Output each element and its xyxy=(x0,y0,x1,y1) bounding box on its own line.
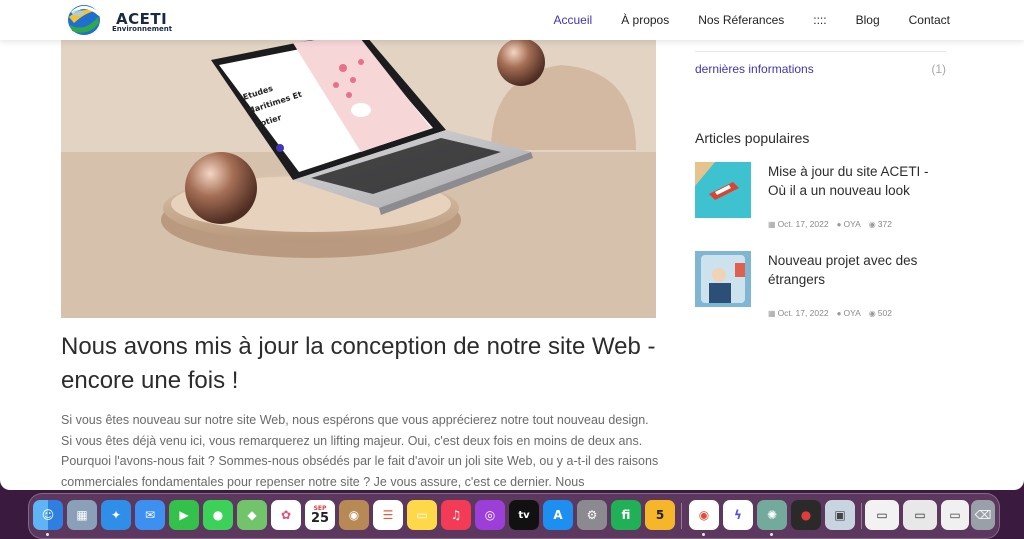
nav-contact[interactable]: Contact xyxy=(909,13,950,27)
globe-logo-icon xyxy=(68,5,101,35)
author-meta: ● OYA xyxy=(837,219,861,229)
article-date: Oct. 17, 2022 xyxy=(777,219,829,229)
article-body: Si vous êtes nouveau sur notre site Web,… xyxy=(61,413,659,489)
running-indicator xyxy=(46,533,49,536)
article-author: OYA xyxy=(843,219,861,229)
category-link[interactable]: dernières informations xyxy=(695,62,814,76)
popular-article[interactable]: Nouveau projet avec des étrangers ▦ Oct. … xyxy=(695,251,950,331)
appletv-icon[interactable]: tv xyxy=(509,500,539,530)
boat-image xyxy=(695,162,751,218)
window-thumbnail-icon[interactable]: ▭ xyxy=(903,500,937,530)
browser-page: ACETI Environnement Accueil À propos Nos… xyxy=(0,0,1024,490)
appletv-label: tv xyxy=(518,509,530,521)
photos-icon[interactable]: ✿ xyxy=(271,500,301,530)
user-icon: ● xyxy=(836,220,842,229)
article-hero-image: Etudes Maritimes Et Cotier xyxy=(61,40,656,318)
article-views: 372 xyxy=(877,219,892,229)
nav-accueil[interactable]: Accueil xyxy=(554,13,593,27)
dock-separator xyxy=(681,503,682,529)
popular-article-title[interactable]: Nouveau projet avec des étrangers xyxy=(768,251,946,289)
user-icon: ● xyxy=(836,309,842,318)
views-meta: ◉ 372 xyxy=(869,219,892,229)
eye-icon: ◉ xyxy=(868,309,876,318)
popular-article-meta: ▦ Oct. 17, 2022 ● OYA ◉ 372 xyxy=(768,219,892,229)
reminders-icon[interactable]: ☰ xyxy=(373,500,403,530)
chatgpt-icon[interactable]: ✺ xyxy=(757,500,787,530)
site-logo[interactable]: ACETI Environnement xyxy=(66,3,176,37)
views-meta: ◉ 502 xyxy=(869,308,892,318)
macos-dock: ☺ ▦ ✦ ✉ ▶ ● ◆ ✿ SEP 25 ◉ ☰ ▭ ♫ ◎ tv A ⚙ … xyxy=(28,493,1000,539)
calendar-day: 25 xyxy=(310,510,330,526)
date-meta: ▦ Oct. 17, 2022 xyxy=(768,219,829,229)
podcasts-icon[interactable]: ◎ xyxy=(475,500,505,530)
nav-blog[interactable]: Blog xyxy=(856,13,880,27)
preview-icon[interactable]: ▣ xyxy=(825,500,855,530)
music-icon[interactable]: ♫ xyxy=(441,500,471,530)
article-author: OYA xyxy=(843,308,861,318)
calendar-icon[interactable]: SEP 25 xyxy=(305,500,335,530)
article-date: Oct. 17, 2022 xyxy=(777,308,829,318)
appstore-icon[interactable]: A xyxy=(543,500,573,530)
article-views: 502 xyxy=(877,308,892,318)
logo-sub-text: Environnement xyxy=(112,25,173,33)
eye-icon: ◉ xyxy=(868,220,876,229)
window-thumbnail-icon[interactable]: ▭ xyxy=(865,500,899,530)
nav-more[interactable]: :::: xyxy=(813,13,826,27)
recorder-icon[interactable]: ● xyxy=(791,500,821,530)
facetime-icon[interactable]: ▶ xyxy=(169,500,199,530)
messages-icon[interactable]: ● xyxy=(203,500,233,530)
chrome-icon[interactable]: ◉ xyxy=(689,500,719,530)
date-meta: ▦ Oct. 17, 2022 xyxy=(768,308,829,318)
fiverr-icon[interactable]: fi xyxy=(611,500,641,530)
messenger-icon[interactable]: ϟ xyxy=(723,500,753,530)
mail-icon[interactable]: ✉ xyxy=(135,500,165,530)
popular-article-title[interactable]: Mise à jour du site ACETI - Où il a un n… xyxy=(768,162,946,200)
dock-separator xyxy=(861,503,862,529)
running-indicator xyxy=(770,533,773,536)
maps-icon[interactable]: ◆ xyxy=(237,500,267,530)
category-count: (1) xyxy=(931,62,946,76)
popular-article-thumbnail[interactable] xyxy=(695,162,751,218)
nav-nos-references[interactable]: Nos Réferances xyxy=(698,13,784,27)
trash-icon[interactable]: ⌫ xyxy=(971,500,995,530)
laptop-scene-illustration: Etudes Maritimes Et Cotier xyxy=(61,40,656,318)
popular-article-thumbnail[interactable] xyxy=(695,251,751,307)
window-thumbnail-icon[interactable]: ▭ xyxy=(941,500,969,530)
contacts-icon[interactable]: ◉ xyxy=(339,500,369,530)
launchpad-icon[interactable]: ▦ xyxy=(67,500,97,530)
popular-article[interactable]: Mise à jour du site ACETI - Où il a un n… xyxy=(695,162,950,242)
finder-icon[interactable]: ☺ xyxy=(33,500,63,530)
system-settings-icon[interactable]: ⚙ xyxy=(577,500,607,530)
person-image xyxy=(695,251,751,307)
article-title: Nous avons mis à jour la conception de n… xyxy=(61,333,656,394)
safari-icon[interactable]: ✦ xyxy=(101,500,131,530)
popular-article-meta: ▦ Oct. 17, 2022 ● OYA ◉ 502 xyxy=(768,308,892,318)
app-badge-label: 5 xyxy=(655,508,665,522)
popular-articles-heading: Articles populaires xyxy=(695,130,810,146)
nav-a-propos[interactable]: À propos xyxy=(621,13,669,27)
site-header: ACETI Environnement Accueil À propos Nos… xyxy=(0,0,1024,40)
calendar-icon: ▦ xyxy=(768,309,776,318)
category-item[interactable]: dernières informations (1) xyxy=(695,51,946,88)
running-indicator xyxy=(702,533,705,536)
notes-icon[interactable]: ▭ xyxy=(407,500,437,530)
calendar-icon: ▦ xyxy=(768,220,776,229)
main-nav: Accueil À propos Nos Réferances :::: Blo… xyxy=(554,0,951,40)
app-badge-icon[interactable]: 5 xyxy=(645,500,675,530)
author-meta: ● OYA xyxy=(837,308,861,318)
